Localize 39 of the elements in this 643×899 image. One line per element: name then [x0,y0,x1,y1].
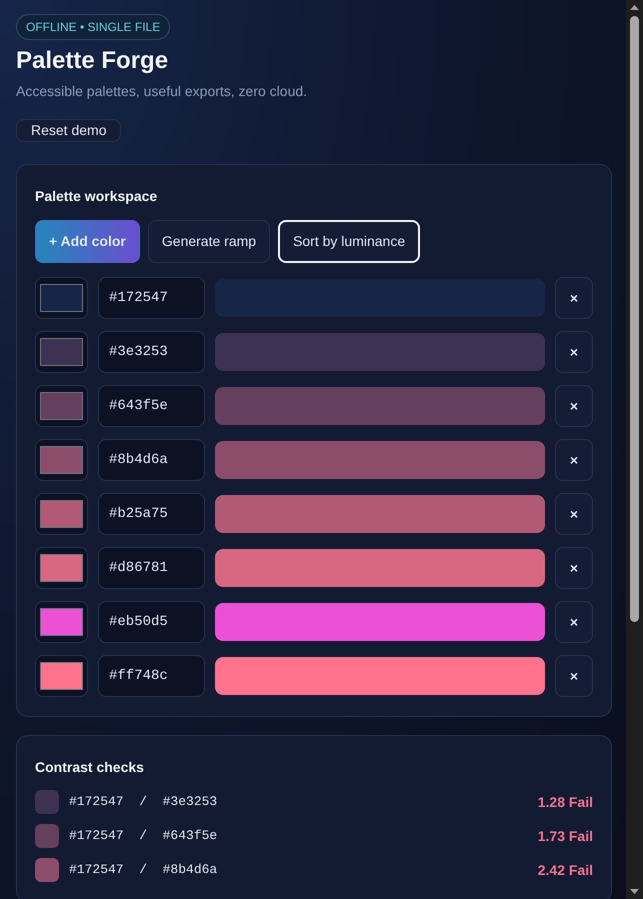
delete-button[interactable]: × [555,493,593,535]
color-picker[interactable] [35,331,88,373]
color-picker[interactable] [35,655,88,697]
action-button[interactable]: Generate ramp [148,220,270,263]
hex-input-field[interactable]: #eb50d5 [98,601,205,643]
hex-input-field[interactable]: #b25a75 [98,493,205,535]
offline-badge: OFFLINE • SINGLE FILE [16,14,170,40]
hex-input-field[interactable]: #ff748c [98,655,205,697]
hex-input-field[interactable]: #3e3253 [98,331,205,373]
hex-input-field[interactable]: #172547 [98,277,205,319]
contrast-result: 1.28 Fail [538,792,593,812]
delete-button[interactable]: × [555,439,593,481]
color-pair-text: #172547 / #8b4d6a [69,861,218,880]
delete-button[interactable]: × [555,547,593,589]
contrast-result: 1.73 Fail [538,826,593,846]
section-heading: Contrast checks [35,758,145,776]
color-picker[interactable] [35,547,88,589]
delete-button[interactable]: × [555,601,593,643]
delete-button[interactable]: × [555,655,593,697]
reset-demo-button[interactable]: Reset demo [16,119,122,142]
color-pair-text: #172547 / #643f5e [69,827,218,846]
hex-input-field[interactable]: #d86781 [98,547,205,589]
app-subtitle: Accessible palettes, useful exports, zero cloud. [16,82,308,100]
hex-input-field[interactable]: #8b4d6a [98,439,205,481]
color-pair-text: #172547 / #3e3253 [69,793,218,812]
color-picker[interactable] [35,439,88,481]
app-title: Palette Forge [16,46,170,76]
hex-input-field[interactable]: #643f5e [98,385,205,427]
color-picker[interactable] [35,493,88,535]
color-picker[interactable] [35,601,88,643]
delete-button[interactable]: × [555,277,593,319]
action-button[interactable]: + Add color [35,220,140,263]
delete-button[interactable]: × [555,385,593,427]
section-heading: Palette workspace [35,187,158,205]
color-picker[interactable] [35,277,88,319]
delete-button[interactable]: × [555,331,593,373]
contrast-result: 2.42 Fail [538,860,593,880]
color-picker[interactable] [35,385,88,427]
action-button[interactable]: Sort by luminance [278,220,420,263]
